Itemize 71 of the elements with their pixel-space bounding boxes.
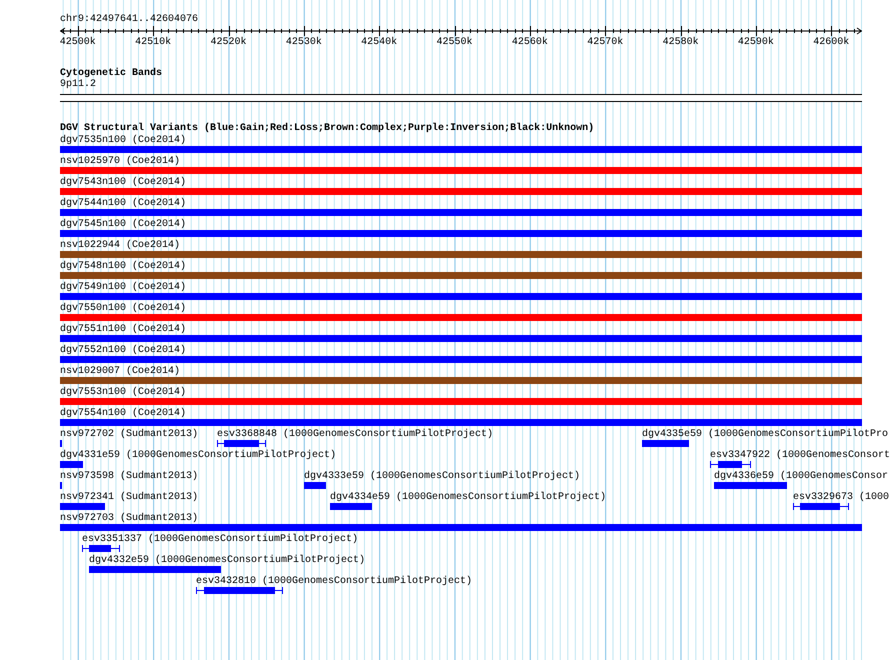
- variant-label[interactable]: dgv7554n100 (Coe2014): [60, 408, 186, 419]
- tick-label: 42590k: [738, 37, 774, 48]
- variant-bar[interactable]: [60, 146, 862, 153]
- variant-bar[interactable]: [89, 566, 221, 573]
- variant-label[interactable]: nsv1022944 (Coe2014): [60, 240, 180, 251]
- variant-bar[interactable]: [60, 251, 862, 258]
- variant-glyph[interactable]: [710, 461, 751, 468]
- variant-label[interactable]: dgv4333e59 (1000GenomesConsortiumPilotProject): [304, 471, 580, 482]
- variant-bar[interactable]: [60, 230, 862, 237]
- variant-bar[interactable]: [60, 503, 105, 510]
- variant-bar[interactable]: [60, 209, 862, 216]
- variant-label[interactable]: nsv972341 (Sudmant2013): [60, 492, 198, 503]
- variant-label[interactable]: esv3329673 (1000: [793, 492, 890, 503]
- variant-label[interactable]: esv3432810 (1000GenomesConsortiumPilotProject): [196, 576, 472, 587]
- variant-bar[interactable]: [714, 482, 787, 489]
- variant-bar[interactable]: [330, 503, 372, 510]
- variant-bar[interactable]: [60, 356, 862, 363]
- variant-label[interactable]: dgv7548n100 (Coe2014): [60, 261, 186, 272]
- tick-label: 42600k: [813, 37, 850, 48]
- variant-bar[interactable]: [60, 314, 862, 321]
- tick-label: 42500k: [60, 37, 96, 48]
- tick-label: 42520k: [210, 37, 246, 48]
- variant-label[interactable]: dgv4335e59 (1000GenomesConsortiumPilotPro: [642, 429, 888, 440]
- variant-label[interactable]: esv3347922 (1000GenomesConsort: [710, 450, 890, 461]
- variant-bar[interactable]: [60, 167, 862, 174]
- variant-label[interactable]: nsv1025970 (Coe2014): [60, 156, 180, 167]
- tick-label: 42580k: [662, 37, 699, 48]
- variant-label[interactable]: esv3368848 (1000GenomesConsortiumPilotProject): [217, 429, 494, 440]
- variant-label[interactable]: dgv7535n100 (Coe2014): [60, 135, 186, 146]
- variant-bar[interactable]: [60, 272, 862, 279]
- variant-label[interactable]: nsv1029007 (Coe2014): [60, 366, 180, 377]
- variant-label[interactable]: dgv7543n100 (Coe2014): [60, 177, 186, 188]
- variant-bar[interactable]: [60, 188, 862, 195]
- variant-label[interactable]: dgv7551n100 (Coe2014): [60, 324, 186, 335]
- variant-label[interactable]: dgv4331e59 (1000GenomesConsortiumPilotProject): [60, 450, 336, 461]
- variant-bar[interactable]: [60, 335, 862, 342]
- variant-label[interactable]: dgv7545n100 (Coe2014): [60, 219, 186, 230]
- variant-bar[interactable]: [304, 482, 326, 489]
- variant-label[interactable]: esv3351337 (1000GenomesConsortiumPilotProject): [82, 534, 358, 545]
- tick-label: 42540k: [361, 37, 398, 48]
- track-title: Cytogenetic Bands: [60, 68, 162, 79]
- tick-label: 42530k: [286, 37, 322, 48]
- variant-glyph[interactable]: [196, 587, 283, 594]
- variant-glyph[interactable]: [82, 545, 120, 552]
- variant-label[interactable]: dgv7553n100 (Coe2014): [60, 387, 186, 398]
- variant-label[interactable]: dgv4334e59 (1000GenomesConsortiumPilotProject): [330, 492, 606, 503]
- variant-label[interactable]: nsv972703 (Sudmant2013): [60, 513, 198, 524]
- track-title: DGV Structural Variants (Blue:Gain;Red:Loss;Brown:Complex;Purple:Inversion;Black:Unknown): [60, 123, 594, 134]
- location-label: chr9:42497641..42604076: [60, 14, 198, 25]
- variant-label[interactable]: dgv4332e59 (1000GenomesConsortiumPilotProject): [89, 555, 366, 566]
- variant-bar[interactable]: [60, 461, 83, 468]
- variant-bar[interactable]: [60, 293, 862, 300]
- variant-label[interactable]: dgv4336e59 (1000GenomesConsor: [714, 471, 888, 482]
- variant-bar[interactable]: [642, 440, 689, 447]
- variant-glyph[interactable]: [217, 440, 266, 447]
- variant-label[interactable]: nsv972702 (Sudmant2013): [60, 429, 198, 440]
- variant-label[interactable]: dgv7550n100 (Coe2014): [60, 303, 186, 314]
- variant-bar[interactable]: [60, 419, 862, 426]
- band-label: 9p11.2: [60, 79, 96, 90]
- tick-label: 42510k: [135, 37, 172, 48]
- tick-label: 42550k: [436, 37, 473, 48]
- variant-label[interactable]: nsv973598 (Sudmant2013): [60, 471, 198, 482]
- variant-label[interactable]: dgv7549n100 (Coe2014): [60, 282, 186, 293]
- variant-bar[interactable]: [60, 377, 862, 384]
- variant-glyph[interactable]: [793, 503, 849, 510]
- variant-label[interactable]: dgv7552n100 (Coe2014): [60, 345, 186, 356]
- variant-bar[interactable]: [60, 524, 862, 531]
- tick-label: 42570k: [587, 37, 624, 48]
- variant-label[interactable]: dgv7544n100 (Coe2014): [60, 198, 186, 209]
- tick-label: 42560k: [512, 37, 548, 48]
- variant-bar[interactable]: [60, 398, 862, 405]
